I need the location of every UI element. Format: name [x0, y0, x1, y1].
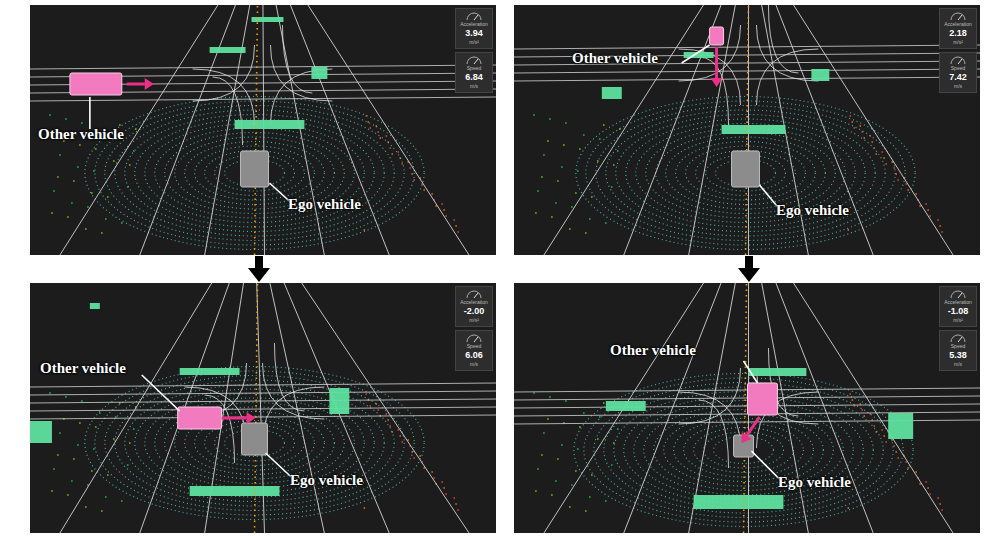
vehicle-label: Other vehicle [40, 361, 126, 376]
gauge-reading: 2.18 [949, 28, 967, 39]
vehicle-label: Other vehicle [610, 343, 696, 358]
gauge: Acceleration3.94m/s² [455, 8, 493, 49]
vehicle-label: Ego vehicle [776, 203, 849, 218]
gauge-label: Speed [951, 65, 965, 72]
gauge-unit: m/s² [953, 317, 963, 324]
down-arrow-icon [738, 256, 760, 282]
simulation-panel: Other vehicle Ego vehicle Acceleration-1.0… [514, 283, 980, 533]
dial-icon [949, 11, 967, 21]
gauge: Speed6.06m/s [455, 330, 493, 371]
gauge-reading: -1.08 [948, 306, 969, 317]
gauge: Speed5.38m/s [939, 330, 977, 371]
gauge-reading: 3.94 [465, 28, 483, 39]
gauge-label: Acceleration [460, 299, 488, 306]
gauge-label: Speed [951, 343, 965, 350]
gauge-reading: 5.38 [949, 350, 967, 361]
vehicle-label: Other vehicle [38, 127, 124, 142]
gauge-column: Acceleration2.18m/s²Speed7.42m/s [939, 8, 977, 93]
dial-icon [949, 333, 967, 343]
dial-icon [949, 289, 967, 299]
gauge: Speed7.42m/s [939, 52, 977, 93]
gauge-reading: 6.06 [465, 350, 483, 361]
gauge-unit: m/s [954, 361, 962, 368]
gauge-reading: -2.00 [464, 306, 485, 317]
gauge-unit: m/s [470, 361, 478, 368]
gauge-column: Acceleration-1.08m/s²Speed5.38m/s [939, 286, 977, 371]
vehicle-label: Ego vehicle [290, 473, 363, 488]
dial-icon [465, 11, 483, 21]
down-arrow-icon [248, 256, 270, 282]
gauge: Acceleration2.18m/s² [939, 8, 977, 49]
vehicle-label: Other vehicle [572, 51, 658, 66]
gauge: Speed6.84m/s [455, 52, 493, 93]
dial-icon [949, 55, 967, 65]
gauge-column: Acceleration-2.00m/s²Speed6.06m/s [455, 286, 493, 371]
gauge-label: Acceleration [944, 21, 972, 28]
gauge-unit: m/s² [953, 39, 963, 46]
gauge-label: Speed [467, 65, 481, 72]
gauge-column: Acceleration3.94m/s²Speed6.84m/s [455, 8, 493, 93]
gauge: Acceleration-1.08m/s² [939, 286, 977, 327]
dial-icon [465, 289, 483, 299]
gauge-reading: 6.84 [465, 72, 483, 83]
gauge-unit: m/s [954, 83, 962, 90]
gauge-unit: m/s² [469, 317, 479, 324]
vehicle-label: Ego vehicle [288, 197, 361, 212]
dial-icon [465, 333, 483, 343]
gauge-label: Acceleration [460, 21, 488, 28]
gauge-label: Acceleration [944, 299, 972, 306]
simulation-panel: Other vehicle Ego vehicle Acceleration-2.0… [30, 283, 496, 533]
gauge-unit: m/s [470, 83, 478, 90]
gauge-label: Speed [467, 343, 481, 350]
simulation-panel: Other vehicle Ego vehicle Acceleration2.18… [514, 5, 980, 255]
gauge-reading: 7.42 [949, 72, 967, 83]
vehicle-label: Ego vehicle [778, 475, 851, 490]
gauge-unit: m/s² [469, 39, 479, 46]
gauge: Acceleration-2.00m/s² [455, 286, 493, 327]
dial-icon [465, 55, 483, 65]
simulation-panel: Other vehicle Ego vehicle Acceleration3.94… [30, 5, 496, 255]
